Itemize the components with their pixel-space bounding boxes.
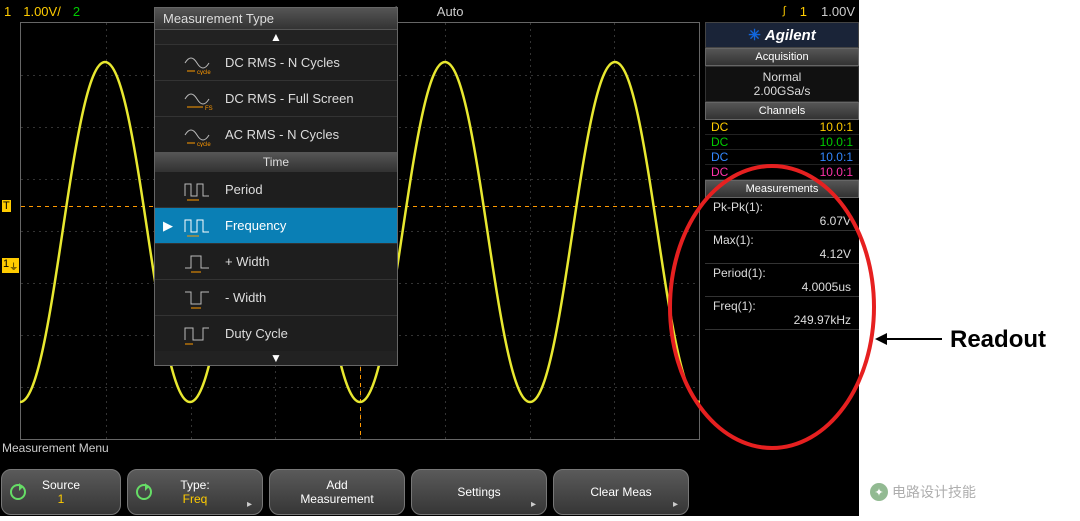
- ch1-vdiv: 1.00V/: [23, 4, 61, 19]
- selection-arrow-icon: ▶: [163, 218, 173, 234]
- knob-icon: [10, 484, 26, 500]
- scroll-down-icon[interactable]: ▼: [155, 351, 397, 365]
- menu-item-label: Period: [225, 182, 263, 197]
- menu-item-frequency[interactable]: ▶ Frequency: [155, 207, 397, 243]
- measurements-header: Measurements: [705, 180, 859, 198]
- menu-item-label: - Width: [225, 290, 266, 305]
- ch1-number: 1: [4, 4, 11, 19]
- readout-annotation-label: Readout: [950, 326, 1046, 354]
- submenu-arrow-icon: ▸: [673, 499, 678, 510]
- softkey-value: 1: [58, 492, 65, 506]
- duty-cycle-icon: [183, 322, 215, 346]
- watermark-text: 电路设计技能: [892, 482, 976, 502]
- menu-item-dc-rms-fullscreen[interactable]: FS DC RMS - Full Screen: [155, 80, 397, 116]
- channel-row-3: DC10.0:1: [705, 150, 859, 165]
- acquisition-mode: Normal: [706, 70, 858, 84]
- measurement-period: Period(1): 4.0005us: [705, 264, 859, 297]
- softkey-label: Source: [42, 478, 80, 492]
- submenu-arrow-icon: ▸: [247, 499, 252, 510]
- softkey-label: Clear Meas: [590, 485, 651, 499]
- meas-name: Pk-Pk(1):: [713, 200, 851, 214]
- menu-item-duty-cycle[interactable]: Duty Cycle: [155, 315, 397, 351]
- measurement-type-menu: Measurement Type ▲ cycle DC RMS - N Cycl…: [154, 7, 398, 366]
- rms-fs-icon: FS: [183, 87, 215, 111]
- softkey-type[interactable]: Type: Freq ▸: [127, 469, 263, 515]
- meas-name: Period(1):: [713, 266, 851, 280]
- brand-logo: ✳ Agilent: [705, 22, 859, 48]
- wechat-icon: ✦: [870, 483, 888, 501]
- channel-row-4: DC10.0:1: [705, 165, 859, 180]
- submenu-arrow-icon: ▸: [531, 499, 536, 510]
- channels-header: Channels: [705, 102, 859, 120]
- softkey-source[interactable]: Source 1: [1, 469, 121, 515]
- period-icon: [183, 178, 215, 202]
- trigger-mode: Auto: [437, 4, 464, 19]
- channel-row-2: DC10.0:1: [705, 135, 859, 150]
- softkey-label: Settings: [457, 485, 500, 499]
- meas-value: 249.97kHz: [713, 313, 851, 327]
- softkey-bar: Source 1 Type: Freq ▸ Add Measurement Se…: [1, 469, 689, 515]
- ground-marker: 1⏚: [2, 258, 19, 273]
- meas-name: Freq(1):: [713, 299, 851, 313]
- softkey-clear-meas[interactable]: Clear Meas ▸: [553, 469, 689, 515]
- measurement-pkpk: Pk-Pk(1): 6.07V: [705, 198, 859, 231]
- menu-item-label: AC RMS - N Cycles: [225, 127, 339, 142]
- trigger-marker: T: [2, 200, 11, 212]
- measurement-freq: Freq(1): 249.97kHz: [705, 297, 859, 330]
- meas-value: 4.0005us: [713, 280, 851, 294]
- ch2-number: 2: [73, 4, 80, 19]
- menu-item-minus-width[interactable]: - Width: [155, 279, 397, 315]
- scroll-up-icon[interactable]: ▲: [155, 30, 397, 44]
- acquisition-body: Normal 2.00GSa/s: [705, 66, 859, 102]
- menu-section-time: Time: [155, 152, 397, 171]
- channel-row-1: DC10.0:1: [705, 120, 859, 135]
- trigger-channel: 1: [800, 4, 807, 19]
- softkey-label: Add: [326, 478, 347, 492]
- acquisition-rate: 2.00GSa/s: [706, 84, 858, 98]
- frequency-icon: [183, 214, 215, 238]
- svg-text:FS: FS: [205, 106, 213, 111]
- menu-item-period[interactable]: Period: [155, 171, 397, 207]
- menu-item-label: Duty Cycle: [225, 326, 288, 341]
- softkey-label: Type:: [180, 478, 209, 492]
- menu-title: Measurement Type: [155, 8, 397, 30]
- minus-width-icon: [183, 286, 215, 310]
- side-panel: ✳ Agilent Acquisition Normal 2.00GSa/s C…: [705, 22, 859, 330]
- readout-annotation-arrow: [882, 338, 942, 340]
- knob-icon: [136, 484, 152, 500]
- menu-item-label: + Width: [225, 254, 269, 269]
- watermark: ✦ 电路设计技能: [870, 482, 976, 502]
- softkey-add-measurement[interactable]: Add Measurement: [269, 469, 405, 515]
- menu-item-dc-rms-ncycles[interactable]: cycle DC RMS - N Cycles: [155, 44, 397, 80]
- ac-rms-icon: cycle: [183, 123, 215, 147]
- meas-value: 6.07V: [713, 214, 851, 228]
- softkey-label2: Measurement: [300, 492, 373, 506]
- meas-value: 4.12V: [713, 247, 851, 261]
- svg-text:cycle: cycle: [197, 70, 211, 75]
- menu-item-label: Frequency: [225, 218, 286, 233]
- trigger-edge-icon: ∫: [783, 5, 786, 17]
- menu-item-label: DC RMS - N Cycles: [225, 55, 340, 70]
- softkey-settings[interactable]: Settings ▸: [411, 469, 547, 515]
- acquisition-header: Acquisition: [705, 48, 859, 66]
- svg-text:cycle: cycle: [197, 142, 211, 147]
- plus-width-icon: [183, 250, 215, 274]
- meas-name: Max(1):: [713, 233, 851, 247]
- menu-item-ac-rms-ncycles[interactable]: cycle AC RMS - N Cycles: [155, 116, 397, 152]
- brand-text: Agilent: [765, 27, 816, 44]
- menu-item-plus-width[interactable]: + Width: [155, 243, 397, 279]
- rms-cycle-icon: cycle: [183, 51, 215, 75]
- spark-icon: ✳: [748, 26, 761, 44]
- trigger-level: 1.00V: [821, 4, 855, 19]
- menu-item-label: DC RMS - Full Screen: [225, 91, 354, 106]
- measurement-max: Max(1): 4.12V: [705, 231, 859, 264]
- menu-name-label: Measurement Menu: [2, 441, 109, 455]
- softkey-value: Freq: [183, 492, 208, 506]
- top-status-bar: 1 1.00V/ 2 0.0s 1.000µs/ Auto ∫ 1 1.00V: [0, 0, 859, 22]
